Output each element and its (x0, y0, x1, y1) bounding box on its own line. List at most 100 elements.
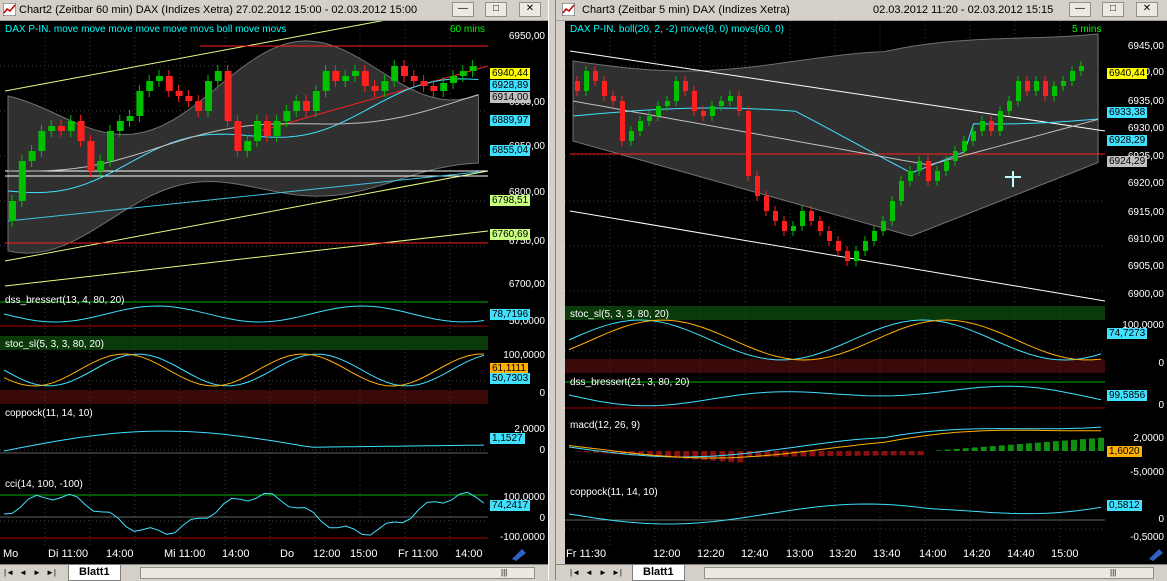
candle-body (809, 211, 814, 221)
candle-body (293, 101, 301, 111)
candle-body (881, 221, 886, 231)
restore-button[interactable]: □ (1102, 2, 1124, 17)
candle-body (254, 121, 261, 141)
close-button[interactable]: ✕ (1136, 2, 1158, 17)
histogram-bar (1016, 444, 1023, 451)
drawing-tool-icon[interactable] (1147, 547, 1167, 561)
ma-badge: 6928,89 (490, 80, 531, 91)
first-sheet-button[interactable]: |◄ (570, 567, 580, 578)
histogram-bar (728, 451, 735, 462)
chart2-area[interactable]: DAX P-IN. move move move move move movs … (0, 21, 548, 564)
histogram-bar (1007, 444, 1014, 451)
candle-body (391, 66, 399, 81)
coppock-panel[interactable]: coppock(11, 14, 10) 0 -0,5000 0,5812 (565, 484, 1167, 546)
scroll-thumb[interactable]: ||| (1110, 568, 1116, 577)
price-indicator-label: DAX P-IN. move move move move move movs … (5, 24, 287, 35)
candle-body (195, 101, 203, 111)
macd-panel[interactable]: macd(12, 26, 9) 2,0000 -5,0000 1,6020 (565, 417, 1167, 483)
dss-panel[interactable]: dss_bressert(13, 4, 80, 20) 50,0000 78,7… (0, 292, 548, 335)
candle-body (1079, 66, 1084, 71)
next-sheet-button[interactable]: ► (32, 567, 42, 578)
time-label: 12:00 (653, 548, 681, 560)
candle-body (371, 86, 379, 91)
histogram-bar (1052, 441, 1059, 451)
candle-body (126, 116, 134, 121)
ma-badge: 6798,51 (490, 195, 531, 206)
candle-body (647, 116, 652, 121)
histogram-bar (1070, 439, 1077, 451)
minimize-button[interactable]: — (452, 2, 474, 17)
drawing-tool-icon[interactable] (510, 547, 530, 561)
stoc-panel[interactable]: stoc_sl(5, 3, 3, 80, 20) 100,0000 0 74,7… (565, 306, 1167, 373)
stoc-y-axis: 100,0000 0 61,1111 50,7303 (488, 336, 548, 404)
horizontal-scrollbar[interactable]: ||| (140, 567, 535, 579)
candle-body (980, 121, 985, 131)
candle-body (116, 121, 124, 131)
histogram-bar (1061, 440, 1068, 451)
candle-body (214, 71, 222, 81)
minimize-button[interactable]: — (1069, 2, 1091, 17)
histogram-bar (935, 450, 942, 451)
candle-body (420, 81, 428, 86)
time-label: 14:00 (222, 548, 250, 560)
chart2-titlebar[interactable]: Chart2 (Zeitbar 60 min) DAX (Indizes Xet… (0, 0, 548, 21)
price-tick: 6945,00 (1127, 41, 1164, 52)
histogram-bar (791, 451, 798, 457)
histogram-bar (845, 451, 852, 456)
candle-body (899, 181, 904, 201)
price-panel[interactable]: DAX P-IN. move move move move move movs … (0, 21, 548, 291)
sheet-tab[interactable]: Blatt1 (632, 565, 685, 581)
histogram-bar (872, 451, 879, 456)
chart-app-icon (3, 3, 16, 16)
prev-sheet-button[interactable]: ◄ (584, 567, 594, 578)
histogram-bar (818, 451, 825, 457)
scroll-thumb[interactable]: ||| (501, 568, 507, 577)
candle-body (575, 81, 580, 91)
cci-panel[interactable]: cci(14, 100, -100) 100,0000 0 -100,0000 … (0, 476, 548, 546)
macd-badge: 1,6020 (1107, 446, 1142, 457)
price-panel[interactable]: DAX P-IN. boll(20, 2, -2) move(9, 0) mov… (565, 21, 1167, 305)
candle-body (656, 106, 661, 116)
histogram-bar (1098, 437, 1104, 451)
price-tick: 6910,00 (1127, 234, 1164, 245)
chart3-titlebar[interactable]: Chart3 (Zeitbar 5 min) DAX (Indizes Xetr… (556, 0, 1167, 21)
window-splitter[interactable] (548, 0, 556, 580)
candle-body (205, 81, 212, 111)
candle-body (459, 71, 467, 76)
last-sheet-button[interactable]: ►| (46, 567, 56, 578)
sheet-tab[interactable]: Blatt1 (68, 565, 121, 581)
prev-sheet-button[interactable]: ◄ (18, 567, 28, 578)
price-tick: 6900,00 (1127, 289, 1164, 300)
candle-body (593, 71, 598, 81)
coppock-panel[interactable]: coppock(11, 14, 10) 2,0000 0 1,1527 (0, 405, 548, 475)
candle-body (611, 96, 616, 101)
histogram-bar (1088, 438, 1095, 451)
candle-body (728, 96, 733, 101)
last-sheet-button[interactable]: ►| (612, 567, 622, 578)
dss-badge: 99,5856 (1107, 390, 1148, 401)
time-label: 14:40 (1007, 548, 1035, 560)
macd-chart-svg[interactable] (565, 417, 1167, 483)
price-chart-svg[interactable] (565, 21, 1167, 305)
histogram-bar (989, 446, 996, 451)
stoc-label: stoc_sl(5, 3, 3, 80, 20) (5, 339, 104, 350)
candle-body (136, 91, 144, 116)
candle-body (845, 251, 850, 261)
stoc-badge: 50,7303 (490, 373, 531, 384)
stoc-panel[interactable]: stoc_sl(5, 3, 3, 80, 20) 100,0000 0 61,1… (0, 336, 548, 404)
close-button[interactable]: ✕ (519, 2, 541, 17)
horizontal-scrollbar[interactable]: ||| (704, 567, 1154, 579)
candle-body (746, 111, 751, 176)
chart2-window: Chart2 (Zeitbar 60 min) DAX (Indizes Xet… (0, 0, 548, 581)
restore-button[interactable]: □ (485, 2, 507, 17)
histogram-bar (1079, 439, 1086, 451)
price-chart-svg[interactable] (0, 21, 548, 291)
next-sheet-button[interactable]: ► (598, 567, 608, 578)
histogram-bar (980, 446, 987, 451)
dss-panel[interactable]: dss_bressert(21, 3, 80, 20) 0 99,5856 (565, 374, 1167, 416)
coppock-y-axis: 0 -0,5000 0,5812 (1105, 484, 1167, 546)
first-sheet-button[interactable]: |◄ (4, 567, 14, 578)
candle-body (342, 76, 350, 81)
dss-label: dss_bressert(21, 3, 80, 20) (570, 377, 690, 388)
chart3-area[interactable]: DAX P-IN. boll(20, 2, -2) move(9, 0) mov… (565, 21, 1167, 564)
